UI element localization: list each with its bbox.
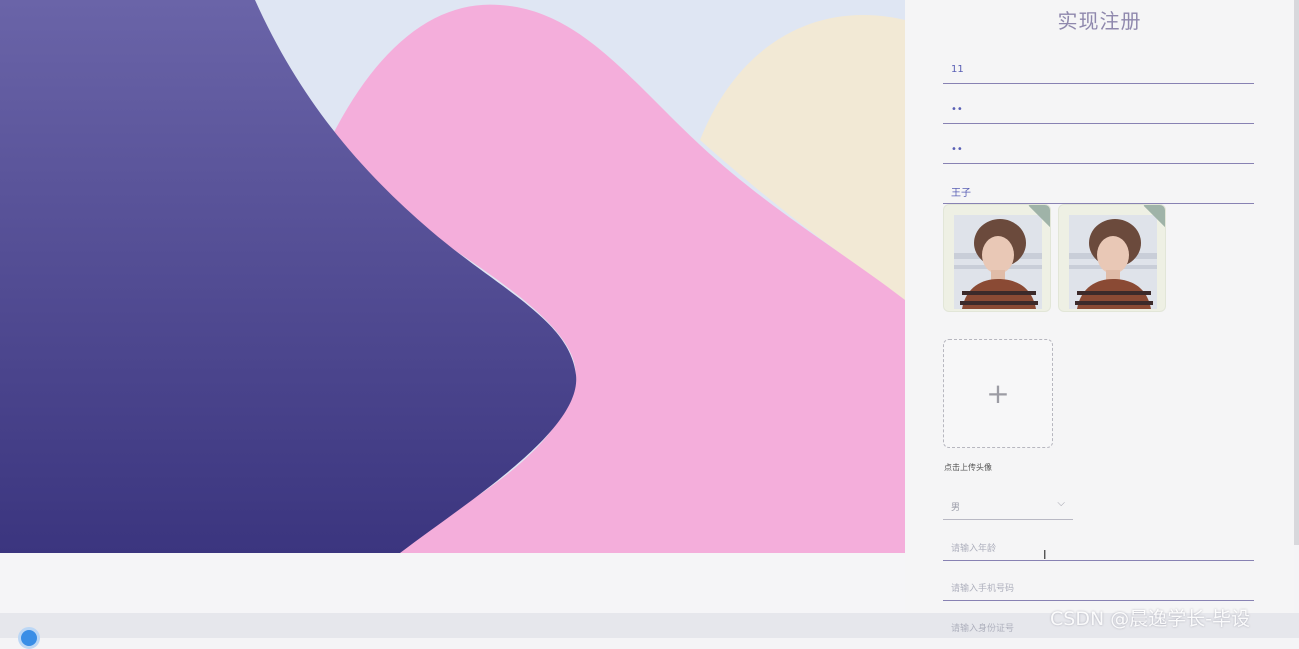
chevron-down-icon: ⌵	[1057, 498, 1065, 509]
avatar-thumbnail[interactable]	[943, 204, 1051, 312]
avatar-photo	[1069, 215, 1157, 309]
age-field[interactable]: 请输入年龄	[943, 521, 1254, 561]
password-value: ••	[951, 104, 963, 115]
upload-label: 点击上传头像	[944, 463, 992, 472]
form-title: 实现注册	[1057, 9, 1142, 33]
username-field[interactable]: 11	[943, 44, 1254, 84]
age-placeholder: 请输入年龄	[951, 544, 997, 554]
phone-placeholder: 请输入手机号码	[951, 584, 1015, 594]
vertical-scrollbar[interactable]	[1294, 0, 1299, 545]
background-illustration	[0, 0, 905, 553]
password-field[interactable]: ••	[943, 84, 1254, 124]
name-field[interactable]: 王子	[943, 164, 1254, 204]
confirm-password-value: ••	[951, 144, 963, 155]
username-value: 11	[951, 64, 964, 75]
watermark: CSDN @晨逸学长-毕设	[1050, 608, 1251, 630]
name-value: 王子	[951, 188, 971, 199]
avatar-upload-button[interactable]: +	[943, 339, 1053, 448]
id-placeholder: 请输入身份证号	[951, 624, 1015, 634]
gender-select[interactable]: 男 ⌵	[943, 488, 1073, 520]
content-background	[0, 553, 905, 613]
avatar-photo	[954, 215, 1042, 309]
avatar-thumbnail[interactable]	[1058, 204, 1166, 312]
text-cursor-icon: I	[1043, 548, 1047, 562]
phone-field[interactable]: 请输入手机号码	[943, 561, 1254, 601]
scroll-handle[interactable]	[18, 627, 40, 649]
gender-value: 男	[951, 503, 961, 513]
plus-icon: +	[986, 377, 1010, 410]
confirm-password-field[interactable]: ••	[943, 124, 1254, 164]
